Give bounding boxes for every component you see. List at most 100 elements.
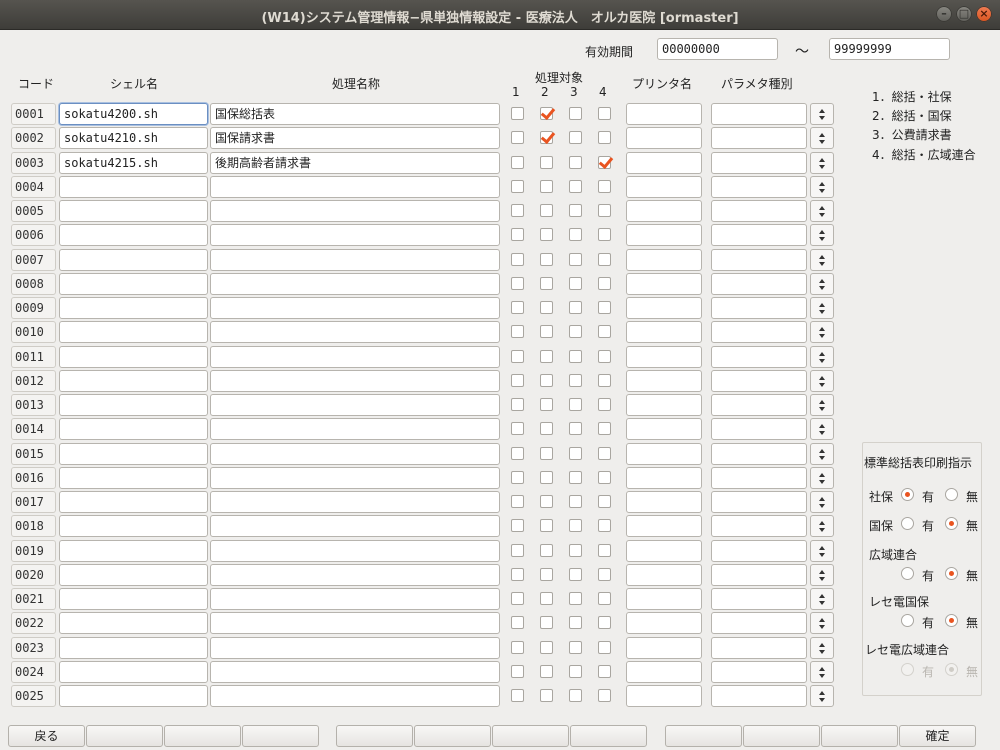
param-type-spinner[interactable]	[810, 273, 834, 295]
process-name-input[interactable]	[210, 491, 500, 513]
param-type-spinner[interactable]	[810, 103, 834, 125]
chevron-down-icon[interactable]	[819, 528, 825, 532]
chevron-down-icon[interactable]	[819, 359, 825, 363]
target-1-checkbox[interactable]	[511, 568, 524, 581]
chevron-down-icon[interactable]	[819, 650, 825, 654]
shell-name-input[interactable]	[59, 540, 208, 562]
target-4-checkbox[interactable]	[598, 641, 611, 654]
process-name-input[interactable]	[210, 224, 500, 246]
target-4-checkbox[interactable]	[598, 616, 611, 629]
param-type-input[interactable]	[711, 321, 807, 343]
shell-name-input[interactable]	[59, 612, 208, 634]
param-type-spinner[interactable]	[810, 515, 834, 537]
param-type-input[interactable]	[711, 394, 807, 416]
param-type-input[interactable]	[711, 612, 807, 634]
process-name-input[interactable]	[210, 370, 500, 392]
param-type-spinner[interactable]	[810, 540, 834, 562]
target-2-checkbox[interactable]	[540, 277, 553, 290]
printer-name-input[interactable]	[626, 564, 702, 586]
target-2-checkbox[interactable]	[540, 180, 553, 193]
target-4-checkbox[interactable]	[598, 228, 611, 241]
target-1-checkbox[interactable]	[511, 689, 524, 702]
target-1-checkbox[interactable]	[511, 277, 524, 290]
param-type-input[interactable]	[711, 418, 807, 440]
printer-name-input[interactable]	[626, 418, 702, 440]
chevron-down-icon[interactable]	[819, 237, 825, 241]
param-type-spinner[interactable]	[810, 612, 834, 634]
target-4-checkbox[interactable]	[598, 325, 611, 338]
param-type-spinner[interactable]	[810, 491, 834, 513]
target-2-checkbox[interactable]	[540, 398, 553, 411]
shell-name-input[interactable]	[59, 273, 208, 295]
target-3-checkbox[interactable]	[569, 616, 582, 629]
printer-name-input[interactable]	[626, 661, 702, 683]
param-type-spinner[interactable]	[810, 346, 834, 368]
param-type-spinner[interactable]	[810, 370, 834, 392]
target-3-checkbox[interactable]	[569, 471, 582, 484]
kouiki-yes-radio[interactable]	[901, 567, 914, 580]
chevron-up-icon[interactable]	[819, 473, 825, 477]
function-button[interactable]	[492, 725, 569, 747]
target-3-checkbox[interactable]	[569, 301, 582, 314]
target-1-checkbox[interactable]	[511, 447, 524, 460]
param-type-input[interactable]	[711, 370, 807, 392]
chevron-up-icon[interactable]	[819, 255, 825, 259]
chevron-up-icon[interactable]	[819, 594, 825, 598]
chevron-down-icon[interactable]	[819, 431, 825, 435]
target-3-checkbox[interactable]	[569, 592, 582, 605]
target-3-checkbox[interactable]	[569, 447, 582, 460]
target-3-checkbox[interactable]	[569, 568, 582, 581]
target-3-checkbox[interactable]	[569, 107, 582, 120]
shell-name-input[interactable]	[59, 297, 208, 319]
param-type-input[interactable]	[711, 273, 807, 295]
target-2-checkbox[interactable]	[540, 253, 553, 266]
chevron-down-icon[interactable]	[819, 504, 825, 508]
target-1-checkbox[interactable]	[511, 131, 524, 144]
printer-name-input[interactable]	[626, 612, 702, 634]
printer-name-input[interactable]	[626, 200, 702, 222]
chevron-up-icon[interactable]	[819, 182, 825, 186]
target-2-checkbox[interactable]	[540, 592, 553, 605]
chevron-up-icon[interactable]	[819, 133, 825, 137]
target-2-checkbox[interactable]	[540, 107, 553, 120]
chevron-down-icon[interactable]	[819, 577, 825, 581]
target-4-checkbox[interactable]	[598, 350, 611, 363]
chevron-down-icon[interactable]	[819, 165, 825, 169]
shell-name-input[interactable]: sokatu4210.sh	[59, 127, 208, 149]
target-4-checkbox[interactable]	[598, 544, 611, 557]
target-3-checkbox[interactable]	[569, 180, 582, 193]
chevron-down-icon[interactable]	[819, 601, 825, 605]
maximize-icon[interactable]: □	[956, 6, 972, 22]
target-4-checkbox[interactable]	[598, 204, 611, 217]
target-2-checkbox[interactable]	[540, 471, 553, 484]
target-4-checkbox[interactable]	[598, 422, 611, 435]
chevron-up-icon[interactable]	[819, 158, 825, 162]
printer-name-input[interactable]	[626, 637, 702, 659]
target-4-checkbox[interactable]	[598, 180, 611, 193]
shell-name-input[interactable]	[59, 321, 208, 343]
shell-name-input[interactable]: sokatu4200.sh	[59, 103, 208, 125]
target-1-checkbox[interactable]	[511, 350, 524, 363]
target-4-checkbox[interactable]	[598, 253, 611, 266]
param-type-input[interactable]	[711, 249, 807, 271]
target-1-checkbox[interactable]	[511, 180, 524, 193]
param-type-spinner[interactable]	[810, 394, 834, 416]
printer-name-input[interactable]	[626, 297, 702, 319]
chevron-up-icon[interactable]	[819, 570, 825, 574]
target-4-checkbox[interactable]	[598, 301, 611, 314]
back-button[interactable]: 戻る	[8, 725, 85, 747]
chevron-up-icon[interactable]	[819, 109, 825, 113]
shell-name-input[interactable]	[59, 685, 208, 707]
process-name-input[interactable]	[210, 249, 500, 271]
target-4-checkbox[interactable]	[598, 398, 611, 411]
process-name-input[interactable]	[210, 176, 500, 198]
target-1-checkbox[interactable]	[511, 641, 524, 654]
printer-name-input[interactable]	[626, 394, 702, 416]
process-name-input[interactable]	[210, 297, 500, 319]
chevron-down-icon[interactable]	[819, 674, 825, 678]
param-type-spinner[interactable]	[810, 443, 834, 465]
chevron-down-icon[interactable]	[819, 262, 825, 266]
function-button[interactable]	[86, 725, 163, 747]
param-type-input[interactable]	[711, 491, 807, 513]
chevron-down-icon[interactable]	[819, 189, 825, 193]
